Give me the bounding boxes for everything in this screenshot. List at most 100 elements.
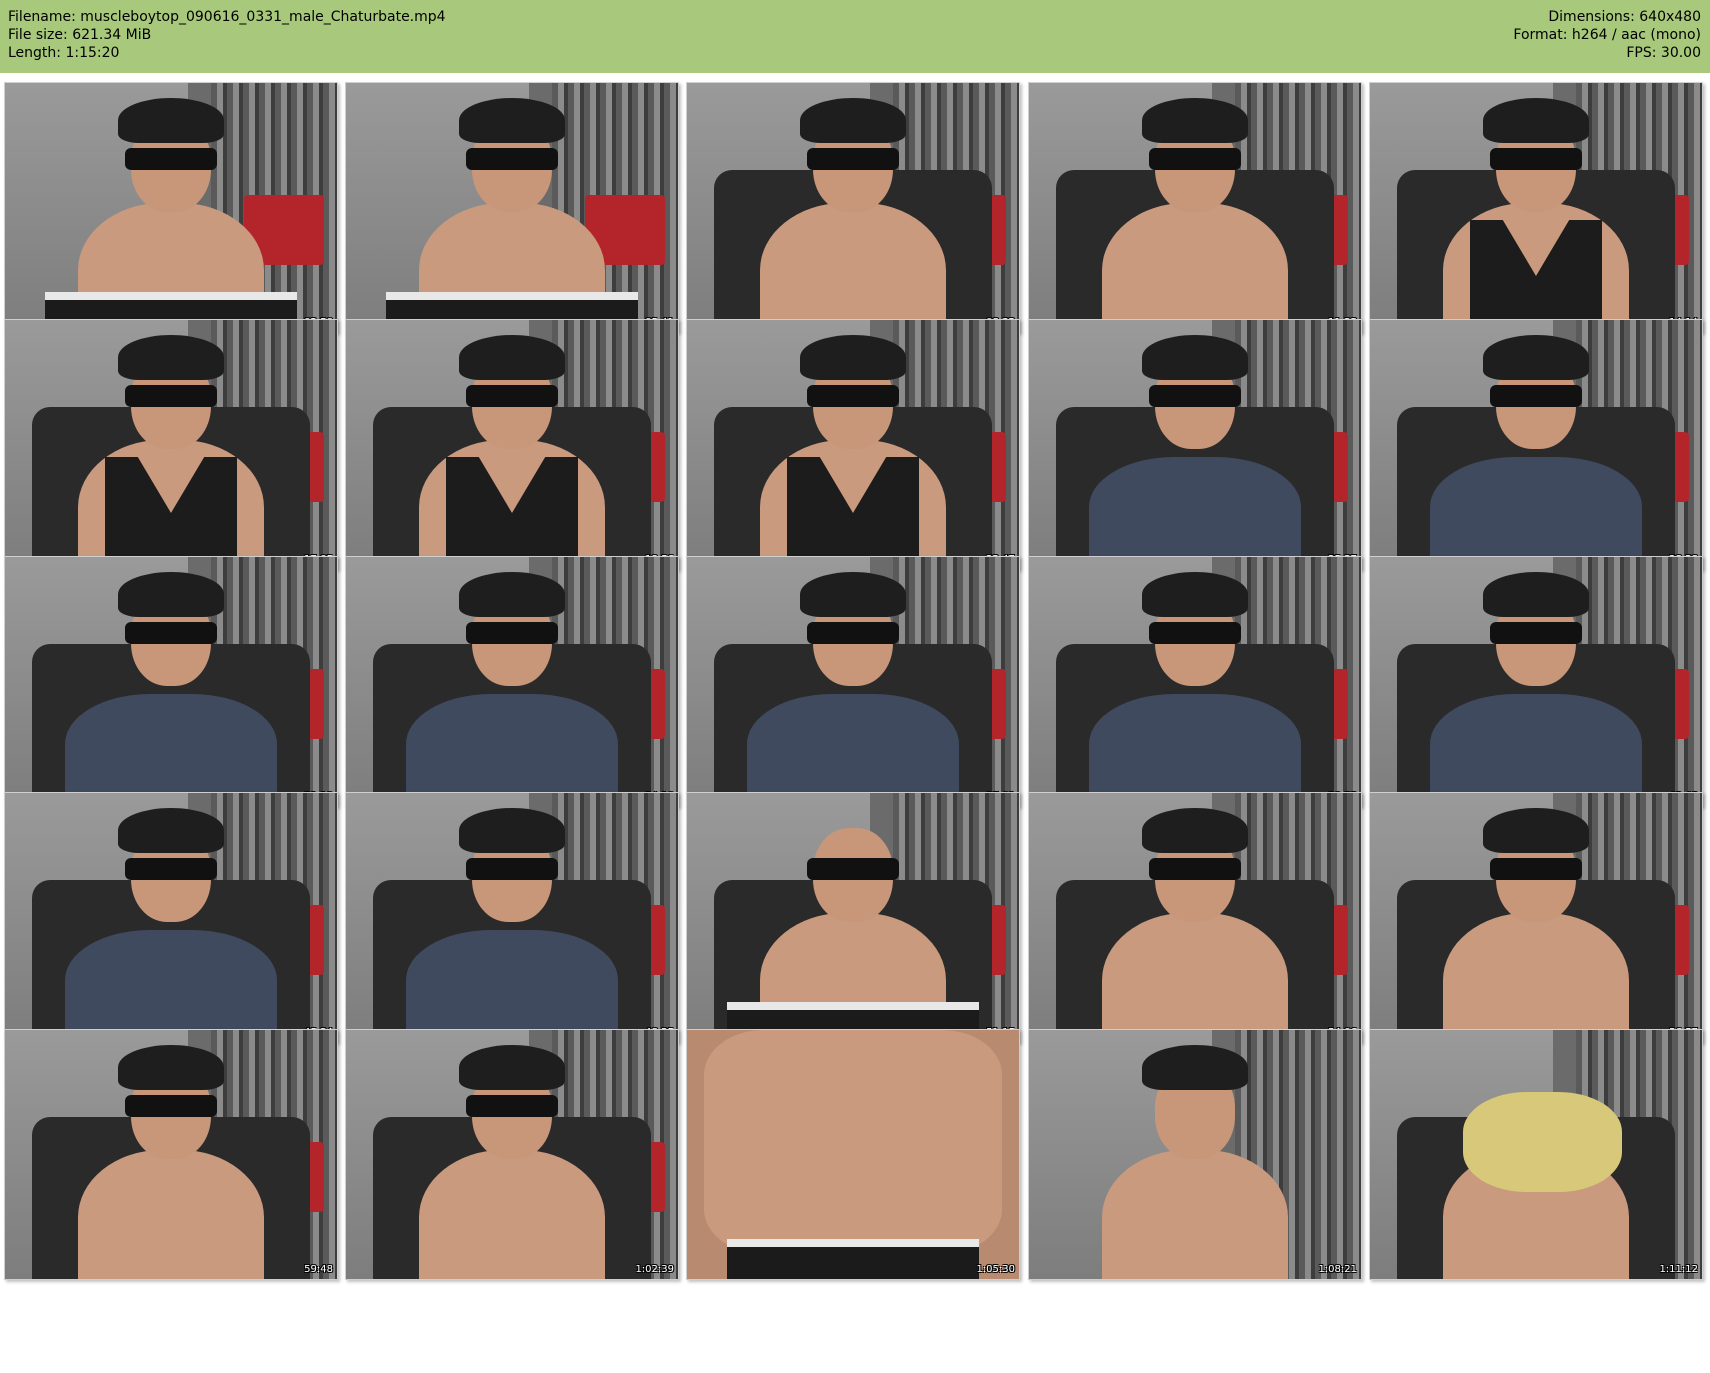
thumbnail-body-shape: [78, 1149, 264, 1279]
video-thumbnail: 51:15: [686, 792, 1020, 1043]
thumbnail-cap-shape: [1482, 571, 1590, 617]
video-thumbnail: 11:23: [1028, 82, 1362, 333]
thumbnail-grid: 02:5005:4108:3211:2314:14 17:0519:5622:47…: [4, 82, 1710, 1373]
thumbnail-glasses-shape: [465, 621, 559, 645]
video-thumbnail: 17:05: [4, 319, 338, 570]
video-thumbnail: 39:52: [1028, 556, 1362, 807]
thumbnail-glasses-shape: [465, 147, 559, 171]
format-text: Format: h264 / aac (mono): [1513, 27, 1701, 43]
thumbnail-shirt-shape: [405, 929, 619, 1042]
thumbnail-glasses-shape: [1489, 621, 1583, 645]
thumbnail-cap-shape: [458, 334, 566, 380]
video-thumbnail: 59:48: [4, 1029, 338, 1280]
video-thumbnail: 54:06: [1028, 792, 1362, 1043]
thumbnail-glasses-shape: [124, 857, 218, 881]
thumbnail-timestamp: 1:05:30: [976, 1264, 1015, 1275]
thumbnail-glasses-shape: [124, 147, 218, 171]
thumbnail-glasses-shape: [465, 857, 559, 881]
thumbnail-glasses-shape: [1489, 857, 1583, 881]
thumbnail-timestamp: 1:02:39: [635, 1264, 674, 1275]
thumbnail-body-shape: [760, 202, 946, 332]
thumbnail-cap-shape: [117, 807, 225, 853]
file-info-left: Filename: muscleboytop_090616_0331_male_…: [8, 8, 446, 62]
video-thumbnail: 28:28: [1369, 319, 1703, 570]
thumbnail-cap-shape: [458, 97, 566, 143]
thumbnail-glasses-shape: [806, 857, 900, 881]
thumbnail-body-shape: [1102, 912, 1288, 1042]
dimensions-text: Dimensions: 640x480: [1548, 9, 1701, 25]
video-thumbnail: 1:08:21: [1028, 1029, 1362, 1280]
thumbnail-timestamp: 1:11:12: [1659, 1264, 1698, 1275]
video-thumbnail: 08:32: [686, 82, 1020, 333]
thumbnail-cap-shape: [117, 1044, 225, 1090]
length-text: Length: 1:15:20: [8, 45, 120, 61]
thumbnail-glasses-shape: [1489, 147, 1583, 171]
filesize-text: File size: 621.34 MiB: [8, 27, 152, 43]
thumbnail-shirt-shape: [746, 693, 960, 806]
thumbnail-cap-shape: [117, 334, 225, 380]
thumbnail-gold-shape: [1462, 1092, 1623, 1192]
thumbnail-shirt-shape: [64, 929, 278, 1042]
thumbnail-glasses-shape: [1489, 384, 1583, 408]
thumbnail-glasses-shape: [465, 384, 559, 408]
video-thumbnail: 22:47: [686, 319, 1020, 570]
thumbnail-shirt-shape: [1088, 456, 1302, 569]
thumbnail-cap-shape: [1141, 97, 1249, 143]
thumbnail-timestamp: 1:08:21: [1318, 1264, 1357, 1275]
thumbnail-shirt-shape: [1088, 693, 1302, 806]
thumbnail-glasses-shape: [806, 147, 900, 171]
thumbnail-cap-shape: [799, 334, 907, 380]
thumbnail-body-shape: [1102, 202, 1288, 332]
thumbnail-shirt-shape: [405, 693, 619, 806]
thumbnail-body-shape: [419, 1149, 605, 1279]
thumbnail-cap-shape: [799, 97, 907, 143]
thumbnail-glasses-shape: [1148, 621, 1242, 645]
video-thumbnail: 42:43: [1369, 556, 1703, 807]
thumbnail-cap-shape: [1482, 97, 1590, 143]
file-info-right: Dimensions: 640x480 Format: h264 / aac (…: [1513, 8, 1701, 62]
thumbnail-glasses-shape: [124, 1094, 218, 1118]
thumbnail-cap-shape: [458, 571, 566, 617]
video-thumbnail: 05:41: [345, 82, 679, 333]
thumbnail-cap-shape: [1141, 1044, 1249, 1090]
fps-text: FPS: 30.00: [1626, 45, 1701, 61]
info-header: Filename: muscleboytop_090616_0331_male_…: [0, 0, 1710, 73]
thumbnail-glasses-shape: [124, 621, 218, 645]
thumbnail-cap-shape: [1482, 334, 1590, 380]
video-thumbnail: 48:25: [345, 792, 679, 1043]
thumbnail-waist-shape: [726, 1239, 980, 1279]
video-thumbnail: 1:02:39: [345, 1029, 679, 1280]
thumbnail-body-shape: [1102, 1149, 1288, 1279]
filename-text: Filename: muscleboytop_090616_0331_male_…: [8, 9, 446, 25]
video-thumbnail: 1:05:30: [686, 1029, 1020, 1280]
thumbnail-body-shape: [1443, 912, 1629, 1042]
video-thumbnail: 37:01: [686, 556, 1020, 807]
thumbnail-cap-shape: [1141, 807, 1249, 853]
video-thumbnail: 14:14: [1369, 82, 1703, 333]
video-thumbnail: 45:34: [4, 792, 338, 1043]
thumbnail-shirt-shape: [1429, 456, 1643, 569]
video-thumbnail: 19:56: [345, 319, 679, 570]
thumbnail-shirt-shape: [1429, 693, 1643, 806]
thumbnail-glasses-shape: [1148, 147, 1242, 171]
thumbnail-glasses-shape: [1148, 857, 1242, 881]
thumbnail-cap-shape: [117, 571, 225, 617]
thumbnail-cap-shape: [458, 1044, 566, 1090]
video-thumbnail: 25:37: [1028, 319, 1362, 570]
video-thumbnail: 34:10: [345, 556, 679, 807]
video-thumbnail: 1:11:12: [1369, 1029, 1703, 1280]
thumbnail-shirt-shape: [64, 693, 278, 806]
video-thumbnail: 56:57: [1369, 792, 1703, 1043]
thumbnail-glasses-shape: [806, 384, 900, 408]
video-thumbnail: 02:50: [4, 82, 338, 333]
thumbnail-cap-shape: [117, 97, 225, 143]
thumbnail-glasses-shape: [465, 1094, 559, 1118]
thumbnail-cap-shape: [1482, 807, 1590, 853]
thumbnail-cap-shape: [458, 807, 566, 853]
thumbnail-body-shape: [703, 1030, 1003, 1255]
thumbnail-glasses-shape: [806, 621, 900, 645]
thumbnail-glasses-shape: [124, 384, 218, 408]
thumbnail-cap-shape: [799, 571, 907, 617]
thumbnail-timestamp: 59:48: [304, 1264, 333, 1275]
thumbnail-cap-shape: [1141, 571, 1249, 617]
